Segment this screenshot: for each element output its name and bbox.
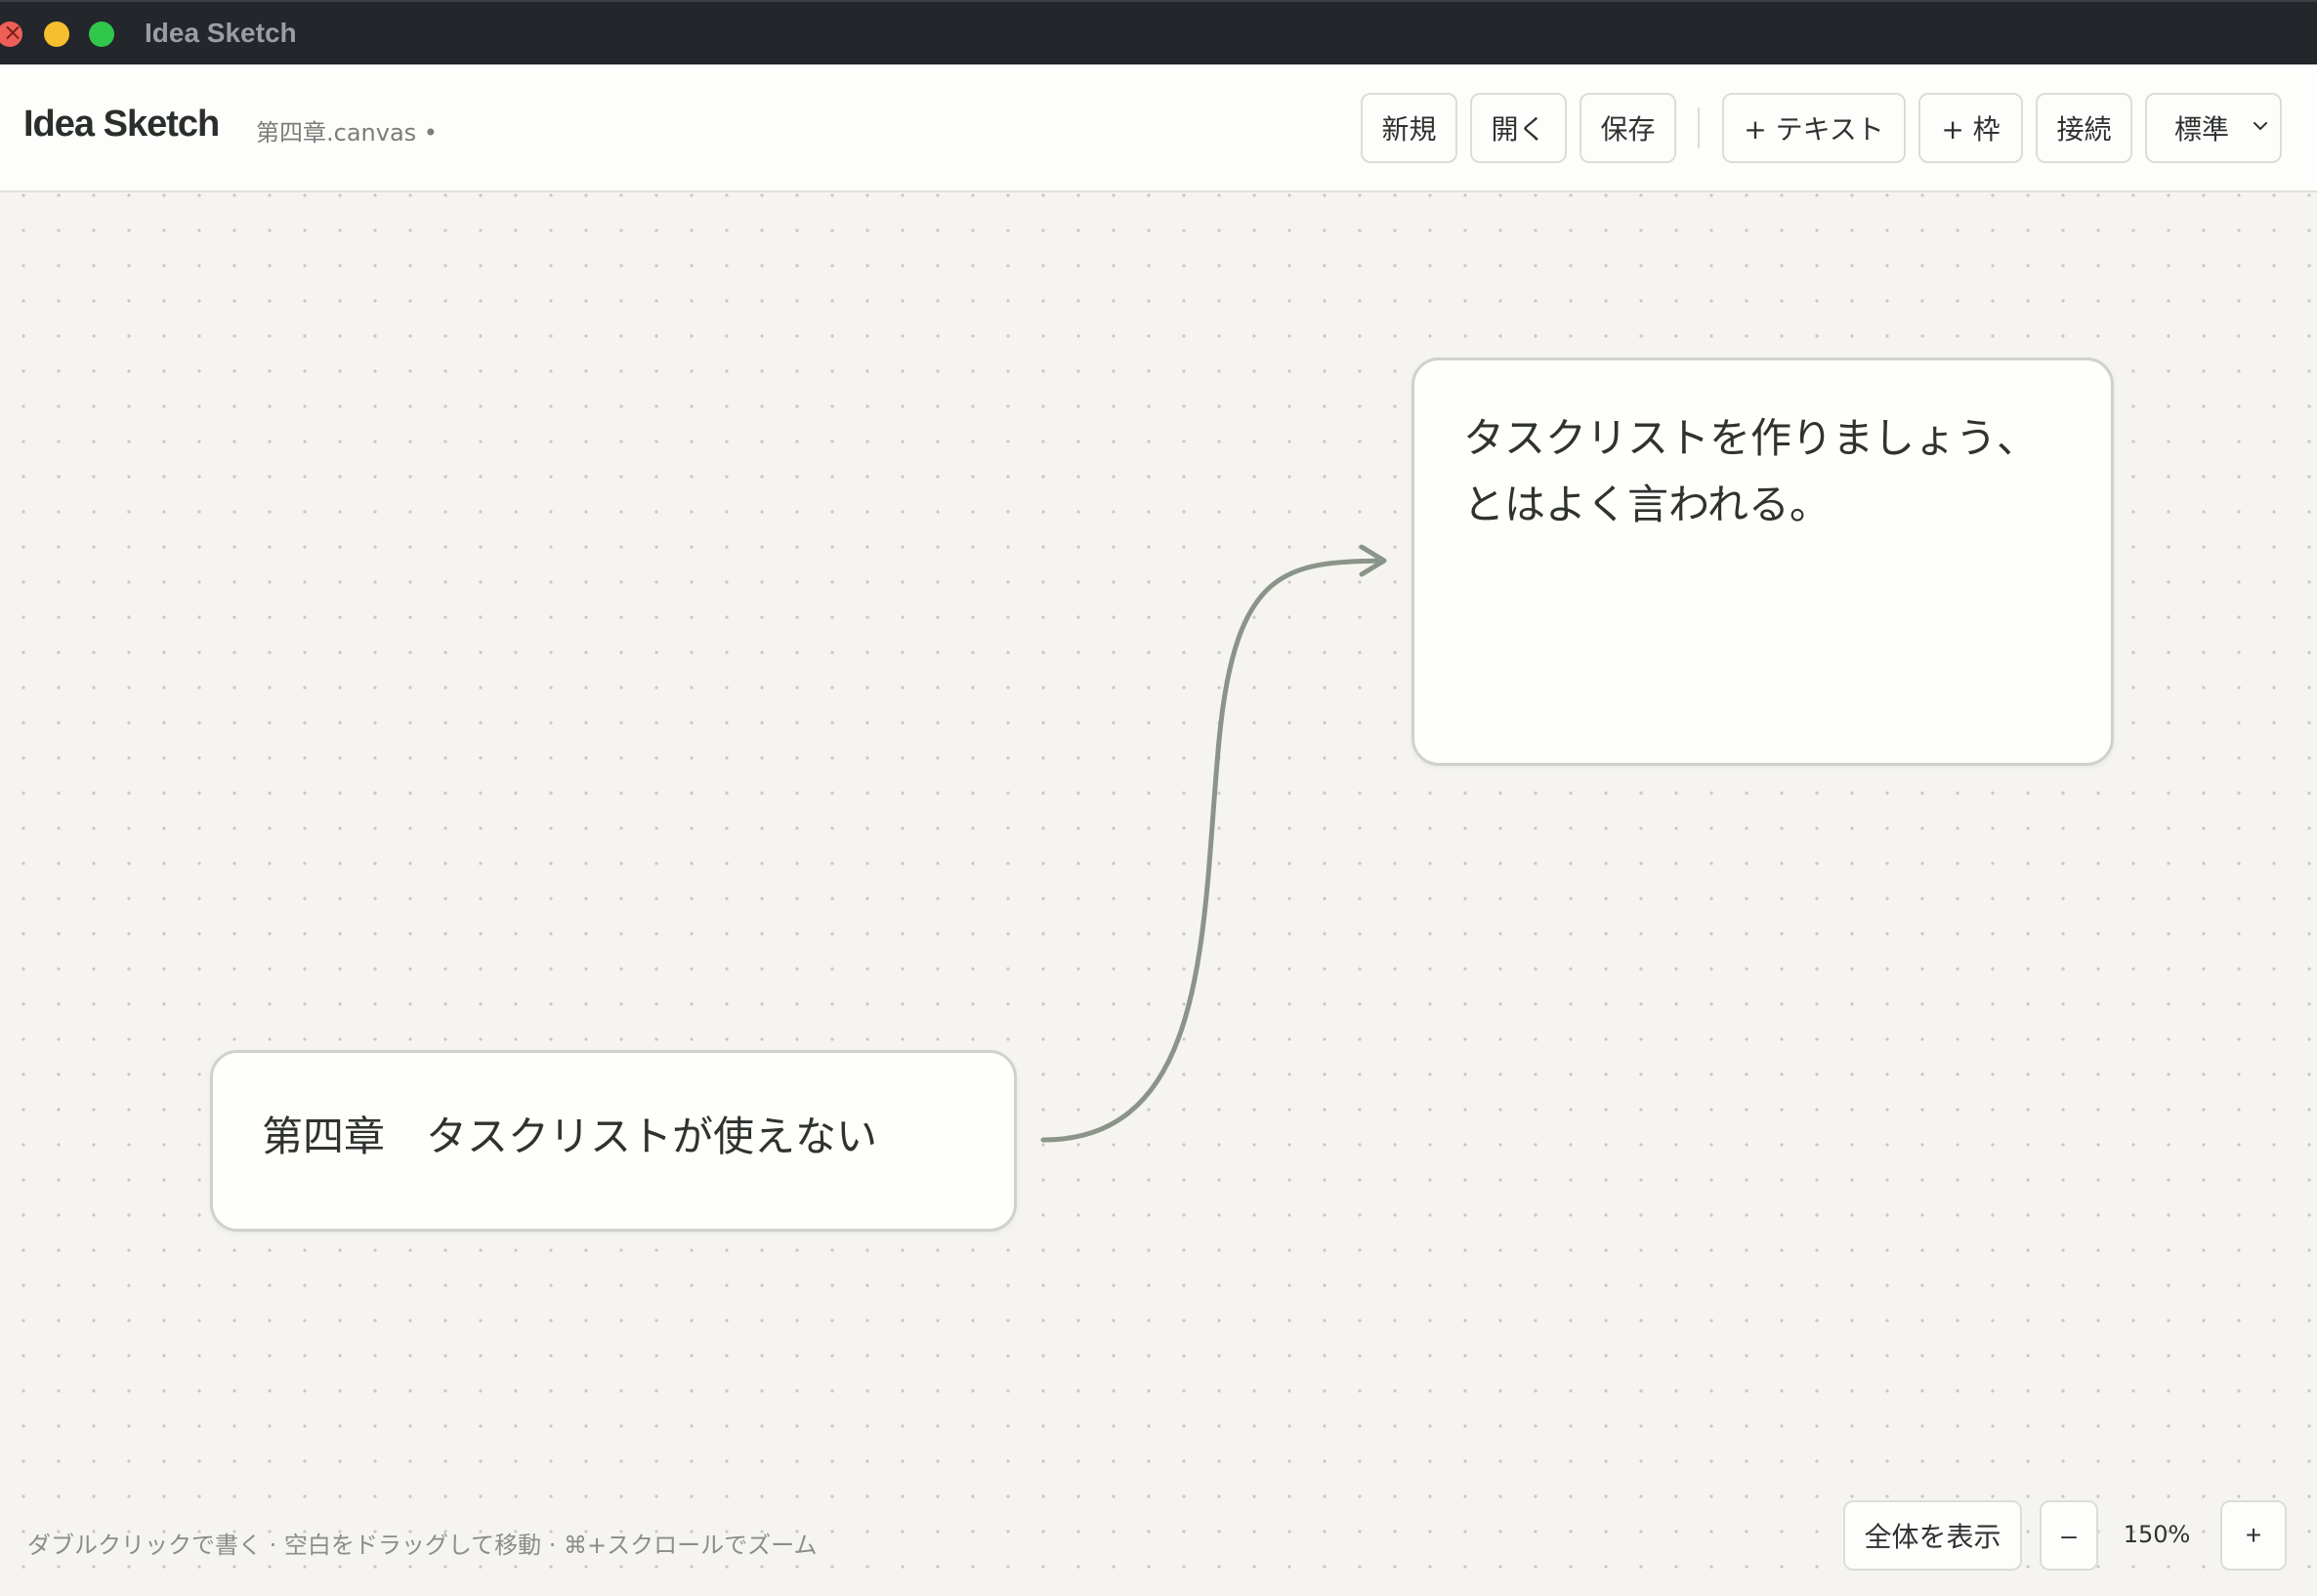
add-frame-button[interactable]: + 枠: [1918, 93, 2023, 163]
app-name: Idea Sketch: [23, 104, 220, 145]
zoom-in-button[interactable]: +: [2220, 1500, 2287, 1571]
canvas[interactable]: タスクリストを作りましょう、 とはよく言われる。 第四章 タスクリストが使えない: [0, 193, 2317, 1596]
zoom-window-icon[interactable]: [89, 21, 114, 47]
node-text[interactable]: 第四章 タスクリストが使えない: [262, 1104, 965, 1170]
minimize-window-icon[interactable]: [44, 21, 69, 47]
file-name: 第四章.canvas •: [256, 119, 438, 147]
usage-hint: ダブルクリックで書く · 空白をドラッグして移動 · ⌘+スクロールでズーム: [27, 1532, 818, 1559]
new-button[interactable]: 新規: [1361, 93, 1457, 163]
zoom-level: 150%: [2123, 1521, 2191, 1548]
connect-button[interactable]: 接続: [2036, 93, 2132, 163]
canvas-node[interactable]: 第四章 タスクリストが使えない: [210, 1050, 1017, 1232]
style-select-value: 標準: [2174, 113, 2230, 146]
canvas-node[interactable]: タスクリストを作りましょう、 とはよく言われる。: [1411, 357, 2114, 766]
save-button[interactable]: 保存: [1580, 93, 1676, 163]
node-text[interactable]: タスクリストを作りましょう、 とはよく言われる。: [1463, 405, 2062, 538]
chevron-down-icon: [2254, 122, 2267, 130]
toolbar-divider: [1698, 107, 1700, 148]
style-select[interactable]: 標準: [2145, 93, 2282, 163]
connector-path[interactable]: [1040, 558, 1385, 1143]
window-titlebar: Idea Sketch: [0, 0, 2317, 64]
open-button[interactable]: 開く: [1470, 93, 1567, 163]
app-toolbar: Idea Sketch 第四章.canvas • 新規 開く 保存 + テキスト…: [0, 64, 2317, 192]
add-text-button[interactable]: + テキスト: [1722, 93, 1906, 163]
zoom-out-button[interactable]: –: [2040, 1500, 2098, 1571]
window-title: Idea Sketch: [145, 18, 297, 48]
fit-all-button[interactable]: 全体を表示: [1843, 1500, 2022, 1571]
close-window-icon[interactable]: [0, 19, 22, 47]
